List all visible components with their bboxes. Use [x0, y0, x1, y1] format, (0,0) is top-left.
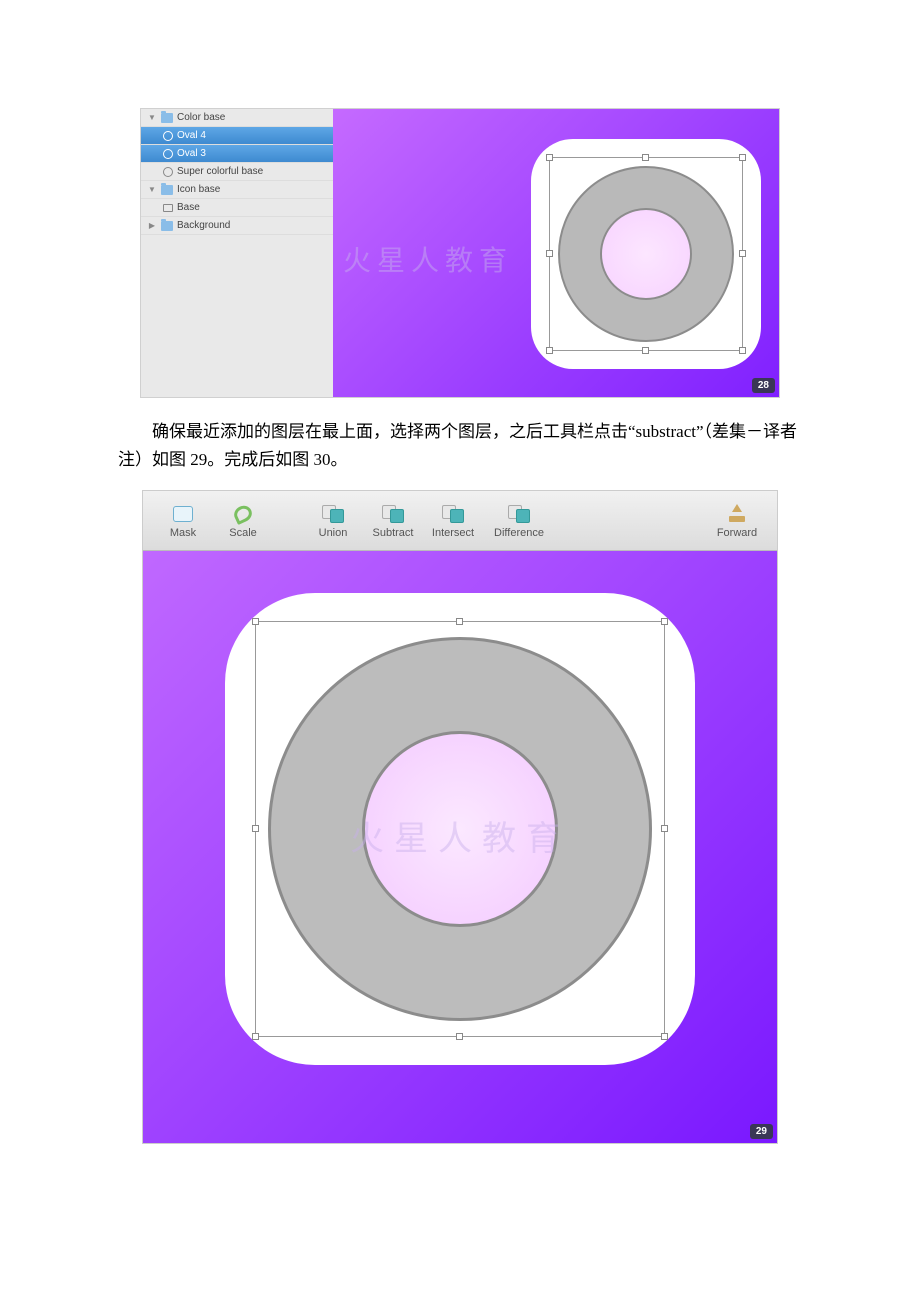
oval-icon: [163, 149, 173, 159]
rect-icon: [163, 204, 173, 212]
folder-icon: [161, 113, 173, 123]
layer-label: Super colorful base: [177, 166, 263, 177]
oval-icon: [163, 131, 173, 141]
tool-label: Difference: [494, 527, 544, 539]
tool-label: Forward: [717, 527, 757, 539]
tool-label: Scale: [229, 527, 257, 539]
scale-button[interactable]: Scale: [213, 503, 273, 539]
layers-panel: ▼ Color base Oval 4 Oval 3 Super colorfu…: [141, 109, 333, 397]
selection-box: [255, 621, 665, 1037]
oval-icon: [163, 167, 173, 177]
resize-handle-icon[interactable]: [456, 1033, 463, 1040]
scale-icon: [234, 506, 252, 522]
disclosure-triangle-icon: ▼: [147, 185, 157, 194]
mask-button[interactable]: Mask: [153, 503, 213, 539]
resize-handle-icon[interactable]: [456, 618, 463, 625]
disclosure-triangle-icon: ▶: [147, 221, 157, 230]
resize-handle-icon[interactable]: [252, 825, 259, 832]
inner-oval: [600, 208, 692, 300]
layer-label: Oval 4: [177, 130, 206, 141]
figure-number-badge: 29: [750, 1124, 773, 1139]
figure-29: Mask Scale Union Subtract Intersect Di: [142, 490, 778, 1144]
subtract-icon: [382, 505, 404, 523]
watermark-text: 火星人教育: [343, 239, 513, 279]
forward-button[interactable]: Forward: [707, 503, 767, 539]
resize-handle-icon[interactable]: [252, 1033, 259, 1040]
layer-row-background[interactable]: ▶ Background: [141, 217, 333, 235]
layer-label: Oval 3: [177, 148, 206, 159]
resize-handle-icon[interactable]: [739, 154, 746, 161]
resize-handle-icon[interactable]: [661, 1033, 668, 1040]
toolbar: Mask Scale Union Subtract Intersect Di: [143, 491, 777, 551]
canvas[interactable]: 火星人教育 28: [333, 109, 779, 397]
figure-number-badge: 28: [752, 378, 775, 393]
folder-icon: [161, 221, 173, 231]
resize-handle-icon[interactable]: [739, 347, 746, 354]
resize-handle-icon[interactable]: [661, 825, 668, 832]
resize-handle-icon[interactable]: [642, 347, 649, 354]
tool-label: Mask: [170, 527, 196, 539]
layer-row-icon-base[interactable]: ▼ Icon base: [141, 181, 333, 199]
difference-icon: [508, 505, 530, 523]
resize-handle-icon[interactable]: [546, 250, 553, 257]
resize-handle-icon[interactable]: [546, 154, 553, 161]
rounded-rect-shape: [225, 593, 695, 1065]
tool-label: Union: [319, 527, 348, 539]
resize-handle-icon[interactable]: [661, 618, 668, 625]
selection-box: [549, 157, 743, 351]
rounded-rect-shape: [531, 139, 761, 369]
tool-label: Intersect: [432, 527, 474, 539]
mask-icon: [173, 506, 193, 522]
layer-row-super-colorful[interactable]: Super colorful base: [141, 163, 333, 181]
difference-button[interactable]: Difference: [483, 503, 555, 539]
union-icon: [322, 505, 344, 523]
intersect-button[interactable]: Intersect: [423, 503, 483, 539]
tool-label: Subtract: [373, 527, 414, 539]
layer-label: Color base: [177, 112, 225, 123]
union-button[interactable]: Union: [303, 503, 363, 539]
folder-icon: [161, 185, 173, 195]
layer-row-oval4[interactable]: Oval 4: [141, 127, 333, 145]
disclosure-triangle-icon: ▼: [147, 113, 157, 122]
inner-oval: [362, 731, 558, 927]
layer-row-color-base[interactable]: ▼ Color base: [141, 109, 333, 127]
figure-28: ▼ Color base Oval 4 Oval 3 Super colorfu…: [140, 108, 780, 398]
forward-icon: [727, 506, 747, 522]
resize-handle-icon[interactable]: [252, 618, 259, 625]
resize-handle-icon[interactable]: [546, 347, 553, 354]
layer-row-base[interactable]: Base: [141, 199, 333, 217]
intersect-icon: [442, 505, 464, 523]
resize-handle-icon[interactable]: [642, 154, 649, 161]
subtract-button[interactable]: Subtract: [363, 503, 423, 539]
resize-handle-icon[interactable]: [739, 250, 746, 257]
layer-label: Base: [177, 202, 200, 213]
layer-row-oval3[interactable]: Oval 3: [141, 145, 333, 163]
layer-label: Background: [177, 220, 230, 231]
layer-label: Icon base: [177, 184, 220, 195]
body-paragraph: 确保最近添加的图层在最上面，选择两个图层，之后工具栏点击“substract”（…: [118, 418, 802, 474]
canvas[interactable]: www.bdocx.com 火星人教育 29: [143, 551, 777, 1143]
